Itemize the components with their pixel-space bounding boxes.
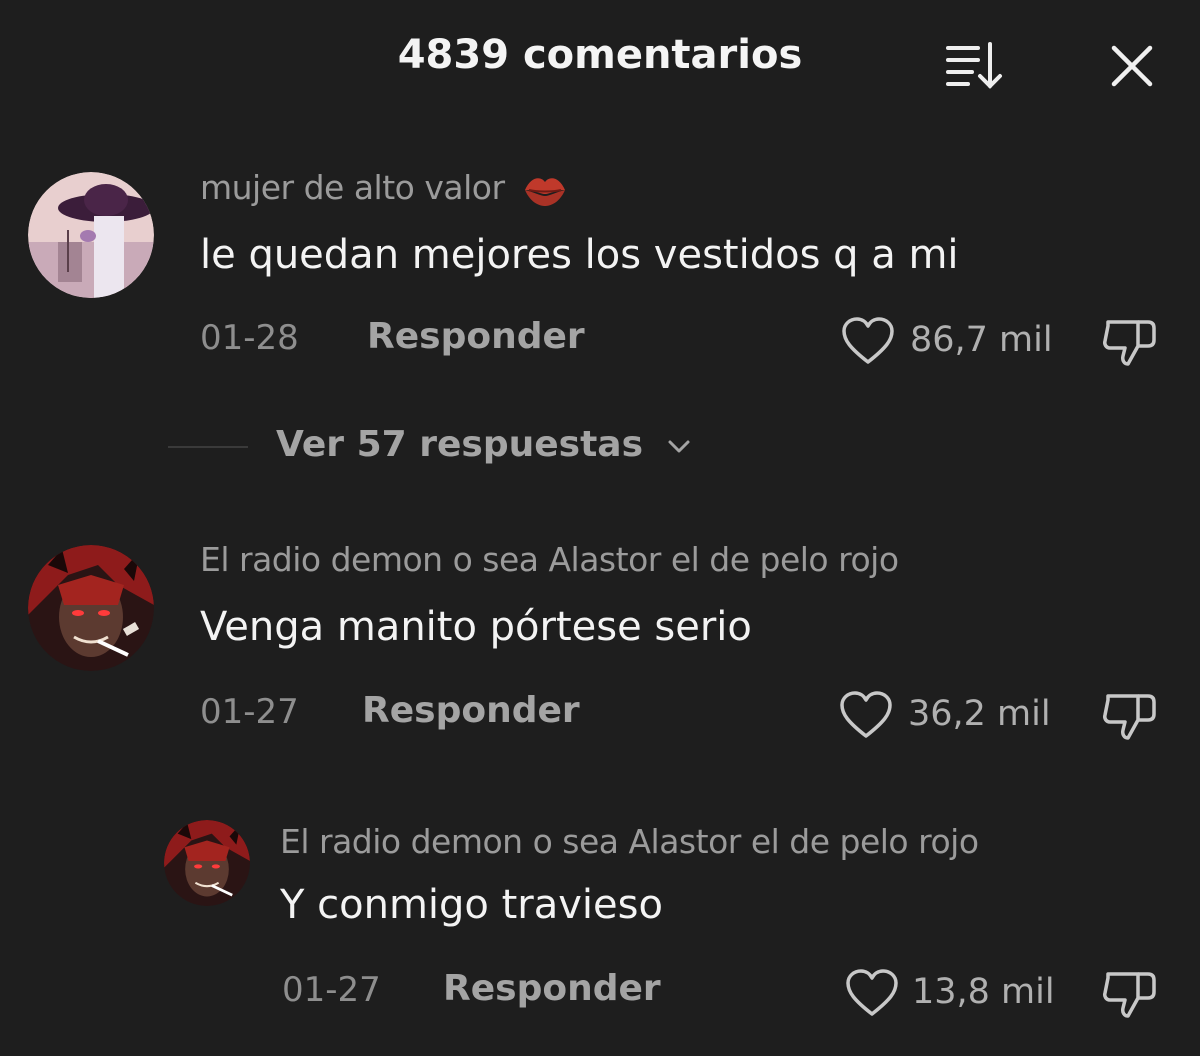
avatar[interactable] — [28, 172, 154, 298]
avatar[interactable] — [164, 820, 250, 906]
comment-username[interactable]: El radio demon o sea Alastor el de pelo … — [280, 822, 979, 861]
comment-date: 01-28 — [200, 318, 299, 358]
page-title: 4839 comentarios — [397, 32, 803, 78]
comment-text: Y conmigo travieso — [280, 882, 663, 928]
like-count: 13,8 mil — [912, 972, 1055, 1012]
dislike-icon[interactable] — [1100, 314, 1160, 370]
sort-icon[interactable] — [944, 40, 1008, 92]
kiss-emoji-icon — [524, 177, 565, 206]
dislike-icon[interactable] — [1100, 966, 1160, 1022]
close-icon[interactable] — [1106, 40, 1158, 92]
replies-divider — [168, 446, 248, 448]
comment-text: Venga manito pórtese serio — [200, 604, 752, 650]
view-replies-button[interactable]: Ver 57 respuestas — [276, 424, 692, 465]
dislike-icon[interactable] — [1100, 688, 1160, 744]
like-count: 36,2 mil — [908, 694, 1051, 734]
heart-icon[interactable] — [844, 968, 900, 1020]
comment-username[interactable]: El radio demon o sea Alastor el de pelo … — [200, 540, 899, 579]
comment-text: le quedan mejores los vestidos q a mi — [200, 232, 959, 278]
reply-button[interactable]: Responder — [443, 968, 661, 1009]
heart-icon[interactable] — [838, 690, 894, 742]
reply-button[interactable]: Responder — [362, 690, 580, 731]
comment-username[interactable]: mujer de alto valor — [200, 168, 567, 210]
comment-date: 01-27 — [200, 692, 299, 732]
avatar[interactable] — [28, 545, 154, 671]
chevron-down-icon — [668, 440, 690, 453]
heart-icon[interactable] — [840, 316, 896, 368]
reply-button[interactable]: Responder — [367, 316, 585, 357]
comment-date: 01-27 — [282, 970, 381, 1010]
like-count: 86,7 mil — [910, 320, 1053, 360]
